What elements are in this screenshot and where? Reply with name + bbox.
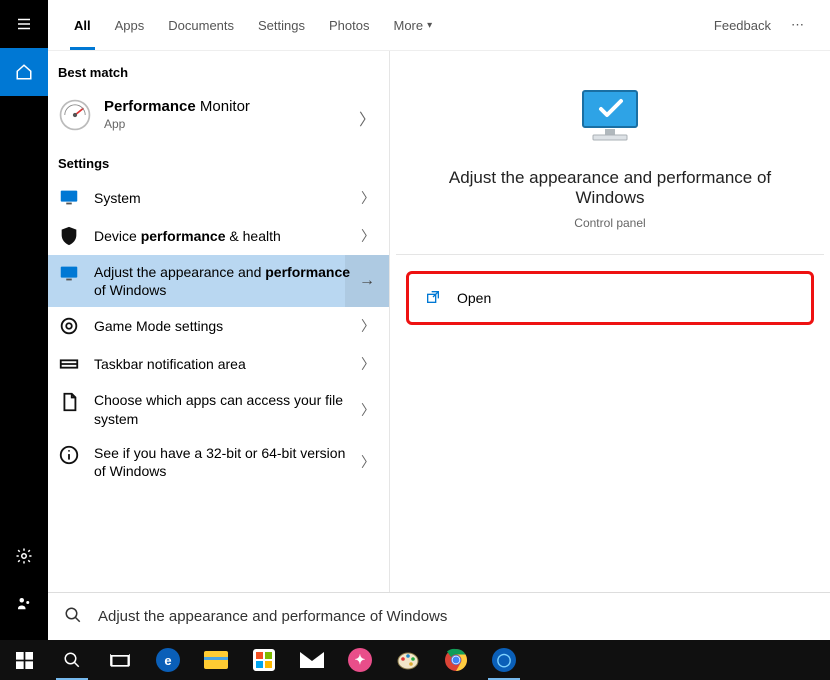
result-taskbar-notification[interactable]: Taskbar notification area 〉 xyxy=(48,345,389,383)
target-icon xyxy=(58,315,80,337)
taskbar-app-paint[interactable] xyxy=(384,640,432,680)
result-subtitle: App xyxy=(104,117,250,131)
feedback-link[interactable]: Feedback xyxy=(704,18,781,33)
chevron-down-icon: ▾ xyxy=(427,20,432,31)
result-label: See if you have a 32-bit or 64-bit versi… xyxy=(94,444,379,480)
taskbar-app-edge[interactable]: e xyxy=(144,640,192,680)
taskbar-search-button[interactable] xyxy=(48,640,96,680)
shield-icon xyxy=(58,225,80,247)
results-list: Best match Performance Monitor App 〉 Set… xyxy=(48,51,390,640)
annotation-highlight: Open xyxy=(406,271,814,325)
result-label: Choose which apps can access your file s… xyxy=(94,391,379,427)
chevron-right-icon: 〉 xyxy=(359,106,375,130)
settings-gear-button[interactable] xyxy=(0,532,48,580)
tab-all[interactable]: All xyxy=(62,0,103,50)
taskbar-app-generic[interactable]: ◯ xyxy=(480,640,528,680)
section-settings: Settings xyxy=(48,142,389,179)
result-adjust-appearance[interactable]: Adjust the appearance and performance of… xyxy=(48,255,389,307)
result-bit-version[interactable]: See if you have a 32-bit or 64-bit versi… xyxy=(48,436,389,488)
result-device-performance[interactable]: Device performance & health 〉 xyxy=(48,217,389,255)
chevron-right-icon: 〉 xyxy=(361,316,375,336)
monitor-check-icon xyxy=(575,85,645,150)
section-best-match: Best match xyxy=(48,51,389,88)
tab-apps[interactable]: Apps xyxy=(103,0,157,50)
open-label: Open xyxy=(457,290,491,306)
tab-more[interactable]: More▾ xyxy=(381,0,444,50)
chevron-right-icon: 〉 xyxy=(361,354,375,374)
expand-button[interactable]: → xyxy=(345,255,389,307)
task-view-button[interactable] xyxy=(96,640,144,680)
taskbar-app-paint3d[interactable]: ✦ xyxy=(336,640,384,680)
hamburger-button[interactable] xyxy=(0,0,48,48)
search-query-text: Adjust the appearance and performance of… xyxy=(98,608,447,625)
result-label: Device performance & health xyxy=(94,227,379,245)
start-rail xyxy=(0,0,48,640)
search-input-bar[interactable]: Adjust the appearance and performance of… xyxy=(48,592,830,640)
more-options-button[interactable]: ⋯ xyxy=(781,17,816,33)
taskbar-app-explorer[interactable] xyxy=(192,640,240,680)
scope-tabs: All Apps Documents Settings Photos More▾… xyxy=(48,0,830,50)
preview-title: Adjust the appearance and performance of… xyxy=(416,168,804,208)
chevron-right-icon: 〉 xyxy=(361,452,375,472)
search-icon xyxy=(64,606,82,628)
document-icon xyxy=(58,391,80,413)
info-icon xyxy=(58,444,80,466)
taskbar-app-chrome[interactable] xyxy=(432,640,480,680)
tab-documents[interactable]: Documents xyxy=(156,0,246,50)
result-performance-monitor[interactable]: Performance Monitor App 〉 xyxy=(48,88,389,142)
gauge-icon xyxy=(58,98,92,132)
result-label: Game Mode settings xyxy=(94,317,379,335)
result-label: Taskbar notification area xyxy=(94,355,379,373)
result-label: Adjust the appearance and performance of… xyxy=(94,263,379,299)
monitor-icon xyxy=(58,187,80,209)
open-action[interactable]: Open xyxy=(409,274,811,322)
preview-subtitle: Control panel xyxy=(574,216,645,230)
start-button[interactable] xyxy=(0,640,48,680)
result-apps-access[interactable]: Choose which apps can access your file s… xyxy=(48,383,389,435)
taskbar-icon xyxy=(58,353,80,375)
account-button[interactable] xyxy=(0,580,48,628)
home-button[interactable] xyxy=(0,48,48,96)
preview-pane: Adjust the appearance and performance of… xyxy=(396,57,824,640)
chevron-right-icon: 〉 xyxy=(361,226,375,246)
chevron-right-icon: 〉 xyxy=(361,188,375,208)
result-game-mode[interactable]: Game Mode settings 〉 xyxy=(48,307,389,345)
result-title: Performance Monitor xyxy=(104,98,250,115)
open-icon xyxy=(425,289,441,308)
taskbar-app-store[interactable] xyxy=(240,640,288,680)
taskbar-app-mail[interactable] xyxy=(288,640,336,680)
monitor-icon xyxy=(58,263,80,285)
chevron-right-icon: 〉 xyxy=(361,400,375,420)
result-label: System xyxy=(94,189,379,207)
taskbar: e ✦ ◯ xyxy=(0,640,830,680)
search-panel: All Apps Documents Settings Photos More▾… xyxy=(48,0,830,640)
tab-settings[interactable]: Settings xyxy=(246,0,317,50)
result-system[interactable]: System 〉 xyxy=(48,179,389,217)
tab-photos[interactable]: Photos xyxy=(317,0,381,50)
